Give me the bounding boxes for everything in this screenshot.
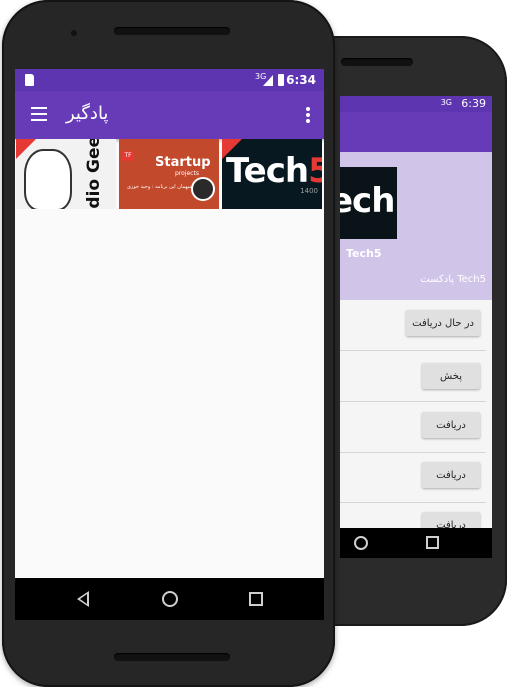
new-badge <box>222 139 242 159</box>
back-network-label: 3G <box>440 98 452 107</box>
signal-icon <box>263 75 273 86</box>
home-icon[interactable] <box>354 536 368 550</box>
back-status-bar: 3G 6:39 <box>340 96 492 112</box>
app-title: پادگیر <box>66 103 109 124</box>
status-time: 6:34 <box>286 73 316 87</box>
play-button[interactable]: پخش <box>422 363 480 389</box>
recents-icon[interactable] <box>249 592 263 606</box>
back-icon[interactable] <box>77 591 89 607</box>
downloading-button[interactable]: در حال دریافت <box>406 310 480 336</box>
podcast-title: Tech5 <box>346 247 382 260</box>
back-app-bar <box>340 112 492 152</box>
podcast-tile-title: Startup <box>155 155 211 170</box>
podcast-artwork-text: ech <box>340 181 395 221</box>
back-phone-speaker <box>341 58 413 66</box>
podcast-tile[interactable]: TF Startup projects میهمان این برنامه : … <box>119 139 219 209</box>
front-phone-speaker <box>114 27 230 35</box>
podcast-artwork-digit: 5 <box>394 181 397 221</box>
episode-row: پخش <box>340 351 486 402</box>
navigation-bar <box>15 578 324 620</box>
episode-row: در حال دریافت <box>340 300 486 351</box>
podcast-tile[interactable]: adio Gee <box>16 139 116 209</box>
podcast-grid: adio Gee TF Startup projects میهمان این … <box>15 139 324 209</box>
battery-icon <box>278 74 284 86</box>
podcast-logo-badge: TF <box>122 151 134 161</box>
avatar <box>191 177 215 201</box>
app-bar: پادگیر <box>15 91 324 139</box>
podcast-tile-caption: میهمان این برنامه : وحید خوزی <box>127 184 192 190</box>
download-button[interactable]: دریافت <box>422 412 480 438</box>
status-bar: 3G 6:34 <box>15 69 324 91</box>
back-status-time: 6:39 <box>461 97 486 110</box>
podcast-tile[interactable]: Tech5 1400 <box>222 139 322 209</box>
episode-row: دریافت <box>340 452 486 503</box>
new-badge <box>16 139 36 159</box>
back-navigation-bar <box>340 528 492 558</box>
back-phone-screen: 3G 6:39 ech5 Tech5 پادکست Tech5 در حال د… <box>340 96 492 558</box>
podcast-tile-label: adio Gee <box>83 139 104 209</box>
home-icon[interactable] <box>162 591 178 607</box>
podcast-tile-number: 1400 <box>300 187 318 195</box>
episode-row: دریافت <box>340 402 486 453</box>
podcast-tile-digit: 5 <box>308 151 322 191</box>
front-phone-bottom-speaker <box>114 653 230 661</box>
podcast-tile-subtitle: projects <box>175 170 199 177</box>
overflow-menu-icon[interactable] <box>306 107 310 123</box>
front-camera <box>71 30 77 36</box>
front-phone-screen: 3G 6:34 پادگیر adio Gee TF Startup proje… <box>15 69 324 578</box>
podcast-artwork: ech5 <box>340 167 397 239</box>
download-button[interactable]: دریافت <box>422 462 480 488</box>
recents-icon[interactable] <box>426 536 439 549</box>
podcast-subtitle: پادکست Tech5 <box>420 274 486 285</box>
podcast-header: ech5 Tech5 پادکست Tech5 <box>340 152 492 300</box>
hamburger-menu-icon[interactable] <box>31 107 47 121</box>
sd-card-icon <box>25 74 34 86</box>
